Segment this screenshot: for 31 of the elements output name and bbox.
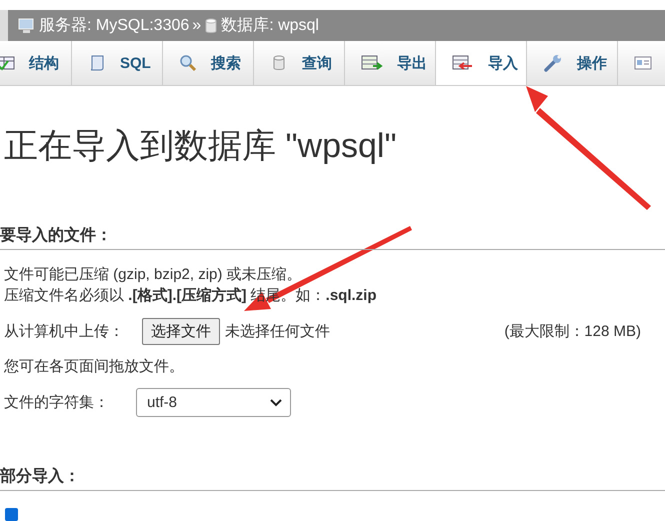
upload-label: 从计算机中上传： <box>4 322 124 340</box>
section-heading: 部分导入： <box>0 467 665 491</box>
database-icon <box>204 18 218 34</box>
no-file-text: 未选择任何文件 <box>225 322 330 340</box>
breadcrumb-link[interactable]: 数据库: wpsql <box>221 15 319 36</box>
section-heading: 要导入的文件： <box>0 226 665 250</box>
max-size-text: (最大限制：128 MB) <box>504 322 641 340</box>
card-icon <box>634 55 652 71</box>
breadcrumb-separator: » <box>192 16 202 34</box>
tab[interactable]: 查询 <box>254 41 345 85</box>
tab[interactable]: 搜索 <box>163 41 254 85</box>
choose-file-button[interactable]: 选择文件 <box>142 318 220 344</box>
tab[interactable]: 操作 <box>527 41 618 85</box>
compression-note: 文件可能已压缩 (gzip, bzip2, zip) 或未压缩。 <box>4 265 303 285</box>
checkbox[interactable] <box>5 508 18 521</box>
table-arrow-icon <box>452 54 474 72</box>
breadcrumb-link[interactable]: 服务器: MySQL:3306 <box>39 15 190 36</box>
tab[interactable]: SQL <box>72 41 163 85</box>
charset-select[interactable]: utf-8 <box>136 388 291 417</box>
chevron-down-icon <box>270 398 282 406</box>
table-icon <box>0 54 15 72</box>
computer-icon <box>18 18 36 34</box>
wrench-icon <box>543 53 563 73</box>
tab[interactable]: 结构 <box>0 41 72 85</box>
table-arrow-icon <box>361 54 383 72</box>
drag-hint: 您可在各页面间拖放文件。 <box>4 357 185 376</box>
scroll-icon <box>88 54 106 72</box>
search-icon <box>179 54 197 72</box>
charset-label: 文件的字符集： <box>4 393 109 412</box>
page-title: 正在导入到数据库 "wpsql" <box>4 126 398 166</box>
tab[interactable]: 导出 <box>345 41 436 85</box>
